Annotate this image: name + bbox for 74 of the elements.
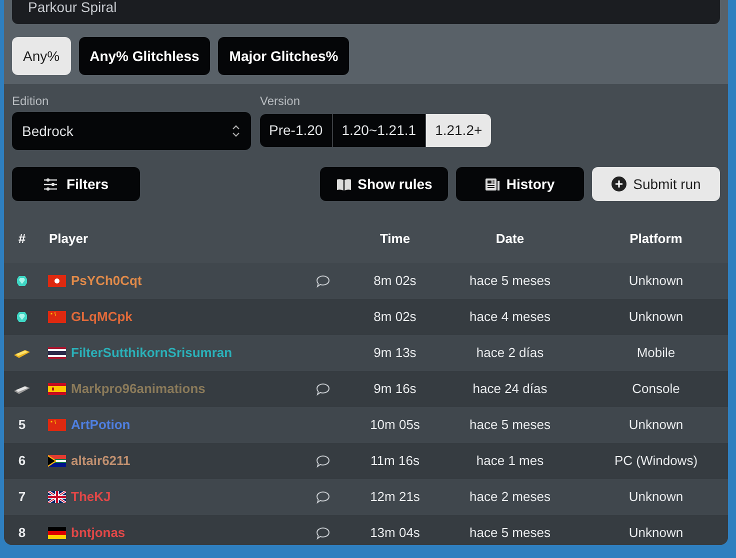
date-cell-text: hace 24 días bbox=[472, 380, 548, 398]
flag-icon bbox=[48, 527, 66, 539]
column-header: # bbox=[17, 230, 27, 248]
plus-circle-icon bbox=[611, 176, 628, 192]
column-header: Date bbox=[494, 230, 526, 248]
ingot-icon bbox=[13, 384, 31, 394]
platform-cell-text: Mobile bbox=[636, 344, 676, 362]
table-row[interactable]: PsYCh0Cqt 8m 02s hace 5 meses Unknown bbox=[4, 263, 728, 299]
date-cell-text: hace 5 meses bbox=[468, 416, 552, 434]
rank-number: 7 bbox=[18, 488, 26, 506]
time-cell-text: 11m 16s bbox=[370, 452, 420, 470]
player-name[interactable]: altair6211 bbox=[71, 451, 130, 471]
diamond-icon bbox=[16, 311, 28, 323]
player-name[interactable]: PsYCh0Cqt bbox=[71, 271, 142, 291]
edition-label: Edition bbox=[12, 93, 50, 109]
table-row[interactable]: 7 TheKJ 12m 21s hace 2 meses Unknown bbox=[4, 479, 728, 515]
history-button[interactable]: History bbox=[456, 167, 584, 201]
platform-cell-text: PC (Windows) bbox=[613, 452, 699, 470]
column-header: Time bbox=[378, 230, 412, 248]
column-header: Player bbox=[48, 230, 90, 248]
platform-cell-text: Console bbox=[631, 380, 681, 398]
table-row[interactable]: FilterSutthikornSrisumran 9m 13s hace 2 días Mobile bbox=[4, 335, 728, 371]
book-icon bbox=[336, 178, 352, 190]
table-row[interactable]: 8 bntjonas 13m 04s hace 5 meses Unknown bbox=[4, 515, 728, 545]
show-rules-button[interactable]: Show rules bbox=[320, 167, 448, 201]
flag-icon bbox=[48, 455, 66, 467]
search-field[interactable]: Parkour Spiral bbox=[12, 0, 720, 24]
ingot-icon bbox=[13, 348, 31, 358]
date-cell-text: hace 5 meses bbox=[468, 272, 552, 290]
table-row[interactable]: Markpro96animations 9m 16s hace 24 días Console bbox=[4, 371, 728, 407]
date-cell-text: hace 4 meses bbox=[468, 308, 552, 326]
category-tab[interactable]: Any% bbox=[12, 37, 71, 75]
rank-number: 5 bbox=[18, 416, 26, 434]
chevron-up-down-icon bbox=[231, 124, 241, 138]
date-cell-text: hace 2 meses bbox=[468, 488, 552, 506]
version-option[interactable]: 1.21.2+ bbox=[425, 114, 492, 147]
date-cell-text: hace 2 días bbox=[475, 344, 545, 362]
platform-cell-text: Unknown bbox=[628, 308, 684, 326]
time-cell-text: 9m 13s bbox=[372, 344, 418, 362]
platform-cell-text: Unknown bbox=[628, 524, 684, 542]
sliders-icon bbox=[43, 178, 58, 190]
platform-cell-text: Unknown bbox=[628, 272, 684, 290]
flag-icon bbox=[48, 275, 66, 287]
date-cell-text: hace 5 meses bbox=[468, 524, 552, 542]
filters-button[interactable]: Filters bbox=[12, 167, 140, 201]
time-cell-text: 8m 02s bbox=[372, 308, 418, 326]
time-cell-text: 12m 21s bbox=[369, 488, 421, 506]
rank-number: 6 bbox=[18, 452, 26, 470]
flag-icon bbox=[48, 311, 66, 323]
date-cell-text: hace 1 mes bbox=[475, 452, 545, 470]
platform-cell-text: Unknown bbox=[628, 488, 684, 506]
category-tab[interactable]: Major Glitches% bbox=[218, 37, 350, 75]
flag-icon bbox=[48, 491, 66, 503]
time-cell-text: 13m 04s bbox=[369, 524, 421, 542]
table-row[interactable]: GLqMCpk 8m 02s hace 4 meses Unknown bbox=[4, 299, 728, 335]
platform-cell-text: Unknown bbox=[628, 416, 684, 434]
time-cell-text: 10m 05s bbox=[369, 416, 421, 434]
column-header: Platform bbox=[628, 230, 684, 248]
submit-run-button[interactable]: Submit run bbox=[592, 167, 720, 201]
rank-number: 8 bbox=[18, 524, 26, 542]
time-cell-text: 8m 02s bbox=[372, 272, 418, 290]
player-name[interactable]: FilterSutthikornSrisumran bbox=[71, 343, 232, 363]
table-row[interactable]: 6 altair6211 11m 16s hace 1 mes PC (Windows) bbox=[4, 443, 728, 479]
diamond-icon bbox=[16, 275, 28, 287]
category-tab[interactable]: Any% Glitchless bbox=[78, 37, 210, 75]
edition-select[interactable]: Bedrock bbox=[12, 112, 251, 150]
version-option[interactable]: Pre-1.20 bbox=[260, 114, 332, 147]
flag-icon bbox=[48, 383, 66, 395]
newspaper-icon bbox=[485, 178, 500, 190]
table-row[interactable]: 5 ArtPotion 10m 05s hace 5 meses Unknown bbox=[4, 407, 728, 443]
flag-icon bbox=[48, 419, 66, 431]
flag-icon bbox=[48, 347, 66, 359]
time-cell-text: 9m 16s bbox=[372, 380, 418, 398]
version-label: Version bbox=[260, 93, 302, 109]
